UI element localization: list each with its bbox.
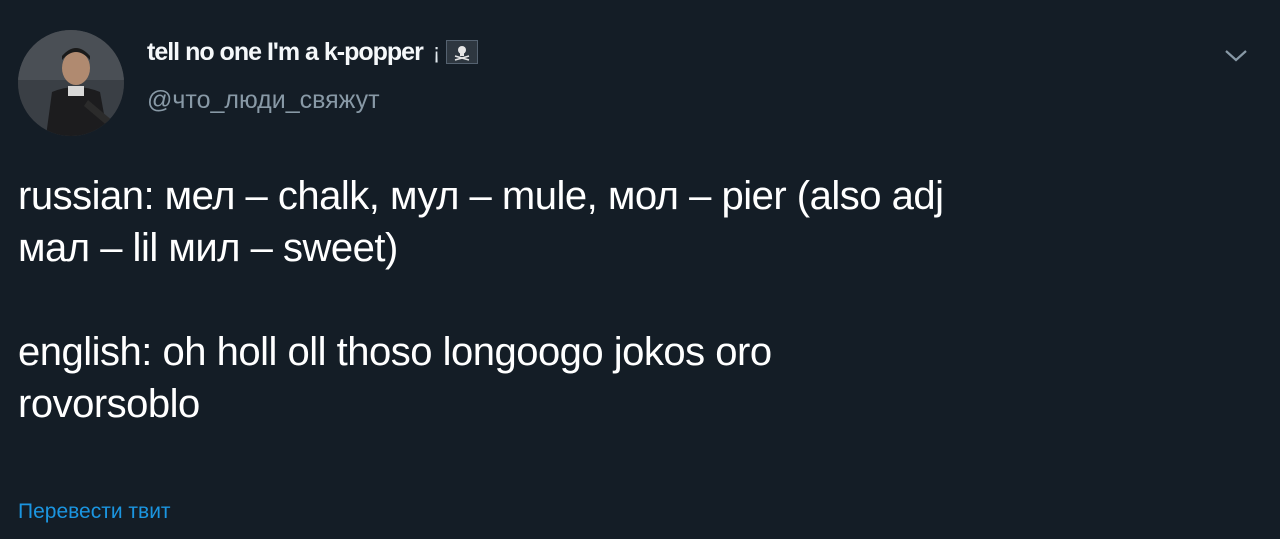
pirate-flag-icon [446, 40, 479, 64]
tweet-line: english: oh holl oll thoso longoogo joko… [18, 330, 772, 374]
name-emoji-group: ¡ [432, 39, 479, 65]
tweet-text: russian: мел – chalk, мул – mule, мол – … [18, 170, 1258, 430]
tweet-card: tell no one I'm a k-popper ¡ @что_люди_с… [0, 0, 1280, 539]
tweet-line: мал – lil мил – sweet) [18, 226, 398, 270]
display-name-row: tell no one I'm a k-popper ¡ [147, 36, 479, 68]
user-handle[interactable]: @что_люди_свяжут [147, 86, 380, 115]
tweet-line: russian: мел – chalk, мул – mule, мол – … [18, 174, 944, 218]
tweet-line: rovorsoblo [18, 382, 200, 426]
name-suffix: ¡ [432, 39, 441, 64]
avatar[interactable] [18, 30, 124, 136]
chevron-down-icon[interactable] [1222, 46, 1250, 66]
translate-tweet-link[interactable]: Перевести твит [18, 500, 171, 524]
display-name[interactable]: tell no one I'm a k-popper [147, 38, 424, 67]
